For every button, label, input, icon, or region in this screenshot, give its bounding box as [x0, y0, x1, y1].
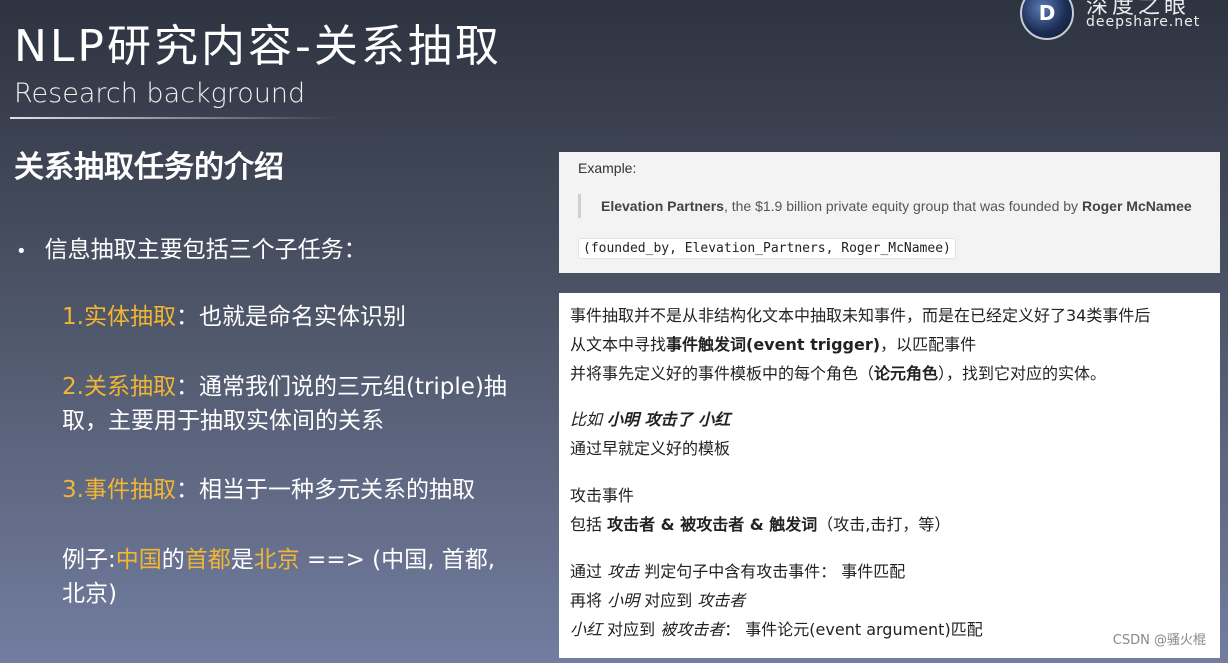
event-line-1: 事件抽取并不是从非结构化文本中抽取未知事件，而是在已经定义好了34类事件后 [570, 306, 1151, 325]
event-line-4: 比如 小明 攻击了 小红 [570, 410, 731, 429]
bullet-dot-icon: • [16, 241, 27, 262]
example-box: Example: Elevation Partners, the $1.9 bi… [559, 152, 1220, 273]
event-line-9: 再将 小明 对应到 攻击者 [570, 591, 746, 610]
page-title: NLP研究内容-关系抽取 [14, 21, 502, 72]
event-line-7: 包括 攻击者 & 被攻击者 & 触发词（攻击,击打，等） [570, 515, 951, 534]
logo-en-text: deepshare.net [1086, 14, 1201, 30]
event-extraction-box: 事件抽取并不是从非结构化文本中抽取未知事件，而是在已经定义好了34类事件后 从文… [559, 293, 1220, 658]
subtask-entity: 1.实体抽取：也就是命名实体识别 [62, 304, 406, 330]
page-subtitle: Research background [14, 78, 306, 109]
bullet-main: • 信息抽取主要包括三个子任务： [16, 237, 367, 263]
subtask-relation: 2.关系抽取：通常我们说的三元组(triple)抽 取，主要用于抽取实体间的关系 [62, 374, 507, 434]
event-line-8: 通过 攻击 判定句子中含有攻击事件： 事件匹配 [570, 562, 906, 581]
section-title: 关系抽取任务的介绍 [14, 150, 284, 185]
example-quote: Elevation Partners, the $1.9 billion pri… [578, 194, 1192, 218]
subtitle-underline [10, 117, 340, 119]
csdn-watermark: CSDN @骚火棍 [1112, 633, 1206, 648]
logo-eye-icon: D [1020, 0, 1074, 40]
example-label: Example: [578, 160, 637, 176]
event-line-10: 小红 对应到 被攻击者： 事件论元(event argument)匹配 [570, 620, 983, 639]
event-line-2: 从文本中寻找事件触发词(event trigger)，以匹配事件 [570, 335, 977, 354]
subtask-event: 3.事件抽取：相当于一种多元关系的抽取 [62, 477, 475, 503]
event-line-3: 并将事先定义好的事件模板中的每个角色（论元角色），找到它对应的实体。 [570, 364, 1107, 383]
event-line-6: 攻击事件 [570, 486, 635, 505]
event-line-5: 通过早就定义好的模板 [570, 439, 731, 458]
example-triple-code: (founded_by, Elevation_Partners, Roger_M… [578, 238, 956, 259]
example-left: 例子:中国的首都是北京 ==> (中国, 首都, 北京) [62, 547, 496, 607]
logo: D 深度之眼 deepshare.net [1018, 0, 1228, 40]
